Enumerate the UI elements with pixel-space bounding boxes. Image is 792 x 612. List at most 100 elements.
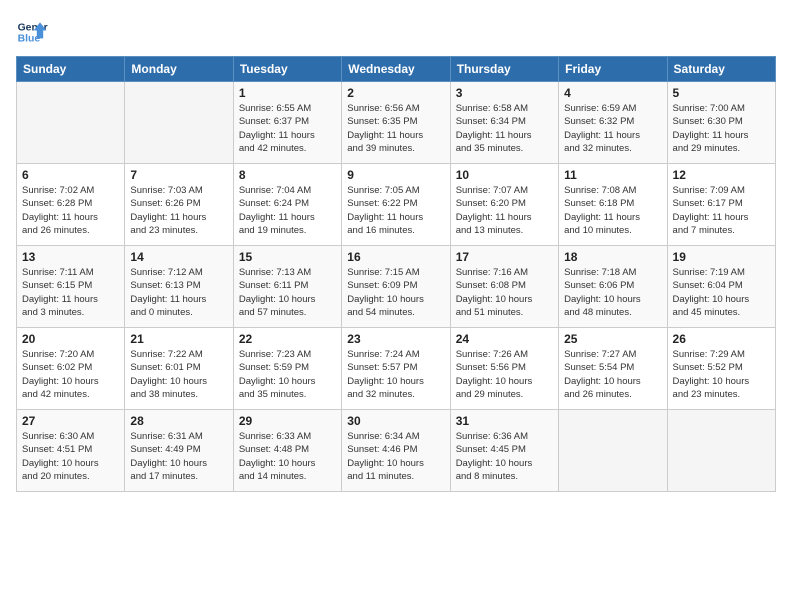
day-number: 31 — [456, 414, 553, 428]
day-number: 13 — [22, 250, 119, 264]
calendar-cell: 19 Sunrise: 7:19 AM Sunset: 6:04 PM Dayli… — [667, 246, 775, 328]
day-number: 24 — [456, 332, 553, 346]
day-info: Sunrise: 6:58 AM Sunset: 6:34 PM Dayligh… — [456, 102, 553, 155]
day-info: Sunrise: 7:29 AM Sunset: 5:52 PM Dayligh… — [673, 348, 770, 401]
calendar-cell: 27 Sunrise: 6:30 AM Sunset: 4:51 PM Dayli… — [17, 410, 125, 492]
calendar-cell: 9 Sunrise: 7:05 AM Sunset: 6:22 PM Daylig… — [342, 164, 450, 246]
day-info: Sunrise: 7:18 AM Sunset: 6:06 PM Dayligh… — [564, 266, 661, 319]
day-info: Sunrise: 7:02 AM Sunset: 6:28 PM Dayligh… — [22, 184, 119, 237]
day-number: 10 — [456, 168, 553, 182]
calendar-cell — [559, 410, 667, 492]
calendar-week-4: 20Sunrise: 7:20 AM Sunset: 6:02 PM Dayli… — [17, 328, 776, 410]
day-info: Sunrise: 7:23 AM Sunset: 5:59 PM Dayligh… — [239, 348, 336, 401]
day-number: 12 — [673, 168, 770, 182]
day-number: 29 — [239, 414, 336, 428]
weekday-header-tuesday: Tuesday — [233, 57, 341, 82]
day-info: Sunrise: 6:55 AM Sunset: 6:37 PM Dayligh… — [239, 102, 336, 155]
logo-icon: General Blue — [16, 16, 48, 48]
day-number: 2 — [347, 86, 444, 100]
calendar-cell: 5 Sunrise: 7:00 AM Sunset: 6:30 PM Daylig… — [667, 82, 775, 164]
calendar-table: SundayMondayTuesdayWednesdayThursdayFrid… — [16, 56, 776, 492]
calendar-cell: 15Sunrise: 7:13 AM Sunset: 6:11 PM Dayli… — [233, 246, 341, 328]
day-info: Sunrise: 7:11 AM Sunset: 6:15 PM Dayligh… — [22, 266, 119, 319]
calendar-cell: 2 Sunrise: 6:56 AM Sunset: 6:35 PM Daylig… — [342, 82, 450, 164]
calendar-cell — [667, 410, 775, 492]
day-number: 5 — [673, 86, 770, 100]
day-info: Sunrise: 7:22 AM Sunset: 6:01 PM Dayligh… — [130, 348, 227, 401]
calendar-cell: 21 Sunrise: 7:22 AM Sunset: 6:01 PM Dayli… — [125, 328, 233, 410]
day-info: Sunrise: 7:13 AM Sunset: 6:11 PM Dayligh… — [239, 266, 336, 319]
day-number: 21 — [130, 332, 227, 346]
calendar-cell — [125, 82, 233, 164]
calendar-cell: 28 Sunrise: 6:31 AM Sunset: 4:49 PM Dayli… — [125, 410, 233, 492]
day-number: 18 — [564, 250, 661, 264]
calendar-cell: 4 Sunrise: 6:59 AM Sunset: 6:32 PM Daylig… — [559, 82, 667, 164]
calendar-cell — [17, 82, 125, 164]
day-info: Sunrise: 7:04 AM Sunset: 6:24 PM Dayligh… — [239, 184, 336, 237]
day-info: Sunrise: 7:19 AM Sunset: 6:04 PM Dayligh… — [673, 266, 770, 319]
weekday-header-saturday: Saturday — [667, 57, 775, 82]
weekday-header-monday: Monday — [125, 57, 233, 82]
day-number: 28 — [130, 414, 227, 428]
day-number: 23 — [347, 332, 444, 346]
calendar-cell: 29 Sunrise: 6:33 AM Sunset: 4:48 PM Dayli… — [233, 410, 341, 492]
logo: General Blue — [16, 16, 56, 48]
day-number: 4 — [564, 86, 661, 100]
day-info: Sunrise: 7:00 AM Sunset: 6:30 PM Dayligh… — [673, 102, 770, 155]
calendar-cell: 13 Sunrise: 7:11 AM Sunset: 6:15 PM Dayli… — [17, 246, 125, 328]
calendar-cell: 25Sunrise: 7:27 AM Sunset: 5:54 PM Dayli… — [559, 328, 667, 410]
calendar-cell: 12 Sunrise: 7:09 AM Sunset: 6:17 PM Dayli… — [667, 164, 775, 246]
calendar-week-3: 13 Sunrise: 7:11 AM Sunset: 6:15 PM Dayli… — [17, 246, 776, 328]
calendar-cell: 17 Sunrise: 7:16 AM Sunset: 6:08 PM Dayli… — [450, 246, 558, 328]
calendar-week-2: 6 Sunrise: 7:02 AM Sunset: 6:28 PM Daylig… — [17, 164, 776, 246]
day-info: Sunrise: 7:12 AM Sunset: 6:13 PM Dayligh… — [130, 266, 227, 319]
day-number: 9 — [347, 168, 444, 182]
calendar-cell: 20Sunrise: 7:20 AM Sunset: 6:02 PM Dayli… — [17, 328, 125, 410]
calendar-cell: 24Sunrise: 7:26 AM Sunset: 5:56 PM Dayli… — [450, 328, 558, 410]
day-info: Sunrise: 7:05 AM Sunset: 6:22 PM Dayligh… — [347, 184, 444, 237]
calendar-cell: 14Sunrise: 7:12 AM Sunset: 6:13 PM Dayli… — [125, 246, 233, 328]
calendar-cell: 18 Sunrise: 7:18 AM Sunset: 6:06 PM Dayli… — [559, 246, 667, 328]
day-info: Sunrise: 7:09 AM Sunset: 6:17 PM Dayligh… — [673, 184, 770, 237]
day-info: Sunrise: 6:33 AM Sunset: 4:48 PM Dayligh… — [239, 430, 336, 483]
weekday-header-sunday: Sunday — [17, 57, 125, 82]
day-number: 27 — [22, 414, 119, 428]
calendar-cell: 8 Sunrise: 7:04 AM Sunset: 6:24 PM Daylig… — [233, 164, 341, 246]
calendar-cell: 6 Sunrise: 7:02 AM Sunset: 6:28 PM Daylig… — [17, 164, 125, 246]
calendar-cell: 10 Sunrise: 7:07 AM Sunset: 6:20 PM Dayli… — [450, 164, 558, 246]
calendar-week-5: 27 Sunrise: 6:30 AM Sunset: 4:51 PM Dayli… — [17, 410, 776, 492]
day-number: 22 — [239, 332, 336, 346]
day-number: 8 — [239, 168, 336, 182]
day-info: Sunrise: 6:56 AM Sunset: 6:35 PM Dayligh… — [347, 102, 444, 155]
day-info: Sunrise: 7:20 AM Sunset: 6:02 PM Dayligh… — [22, 348, 119, 401]
day-info: Sunrise: 7:27 AM Sunset: 5:54 PM Dayligh… — [564, 348, 661, 401]
calendar-cell: 11 Sunrise: 7:08 AM Sunset: 6:18 PM Dayli… — [559, 164, 667, 246]
day-number: 11 — [564, 168, 661, 182]
day-number: 7 — [130, 168, 227, 182]
weekday-header-row: SundayMondayTuesdayWednesdayThursdayFrid… — [17, 57, 776, 82]
calendar-cell: 26 Sunrise: 7:29 AM Sunset: 5:52 PM Dayli… — [667, 328, 775, 410]
day-info: Sunrise: 6:31 AM Sunset: 4:49 PM Dayligh… — [130, 430, 227, 483]
weekday-header-wednesday: Wednesday — [342, 57, 450, 82]
calendar-cell: 23 Sunrise: 7:24 AM Sunset: 5:57 PM Dayli… — [342, 328, 450, 410]
calendar-cell: 7 Sunrise: 7:03 AM Sunset: 6:26 PM Daylig… — [125, 164, 233, 246]
day-info: Sunrise: 6:30 AM Sunset: 4:51 PM Dayligh… — [22, 430, 119, 483]
day-info: Sunrise: 6:36 AM Sunset: 4:45 PM Dayligh… — [456, 430, 553, 483]
day-info: Sunrise: 7:15 AM Sunset: 6:09 PM Dayligh… — [347, 266, 444, 319]
calendar-cell: 3Sunrise: 6:58 AM Sunset: 6:34 PM Daylig… — [450, 82, 558, 164]
calendar-cell: 30Sunrise: 6:34 AM Sunset: 4:46 PM Dayli… — [342, 410, 450, 492]
day-number: 26 — [673, 332, 770, 346]
day-info: Sunrise: 7:07 AM Sunset: 6:20 PM Dayligh… — [456, 184, 553, 237]
day-info: Sunrise: 6:59 AM Sunset: 6:32 PM Dayligh… — [564, 102, 661, 155]
weekday-header-thursday: Thursday — [450, 57, 558, 82]
day-number: 6 — [22, 168, 119, 182]
day-number: 1 — [239, 86, 336, 100]
day-info: Sunrise: 7:03 AM Sunset: 6:26 PM Dayligh… — [130, 184, 227, 237]
day-info: Sunrise: 7:24 AM Sunset: 5:57 PM Dayligh… — [347, 348, 444, 401]
day-info: Sunrise: 6:34 AM Sunset: 4:46 PM Dayligh… — [347, 430, 444, 483]
calendar-cell: 31 Sunrise: 6:36 AM Sunset: 4:45 PM Dayli… — [450, 410, 558, 492]
day-number: 19 — [673, 250, 770, 264]
day-number: 17 — [456, 250, 553, 264]
day-info: Sunrise: 7:08 AM Sunset: 6:18 PM Dayligh… — [564, 184, 661, 237]
day-info: Sunrise: 7:16 AM Sunset: 6:08 PM Dayligh… — [456, 266, 553, 319]
